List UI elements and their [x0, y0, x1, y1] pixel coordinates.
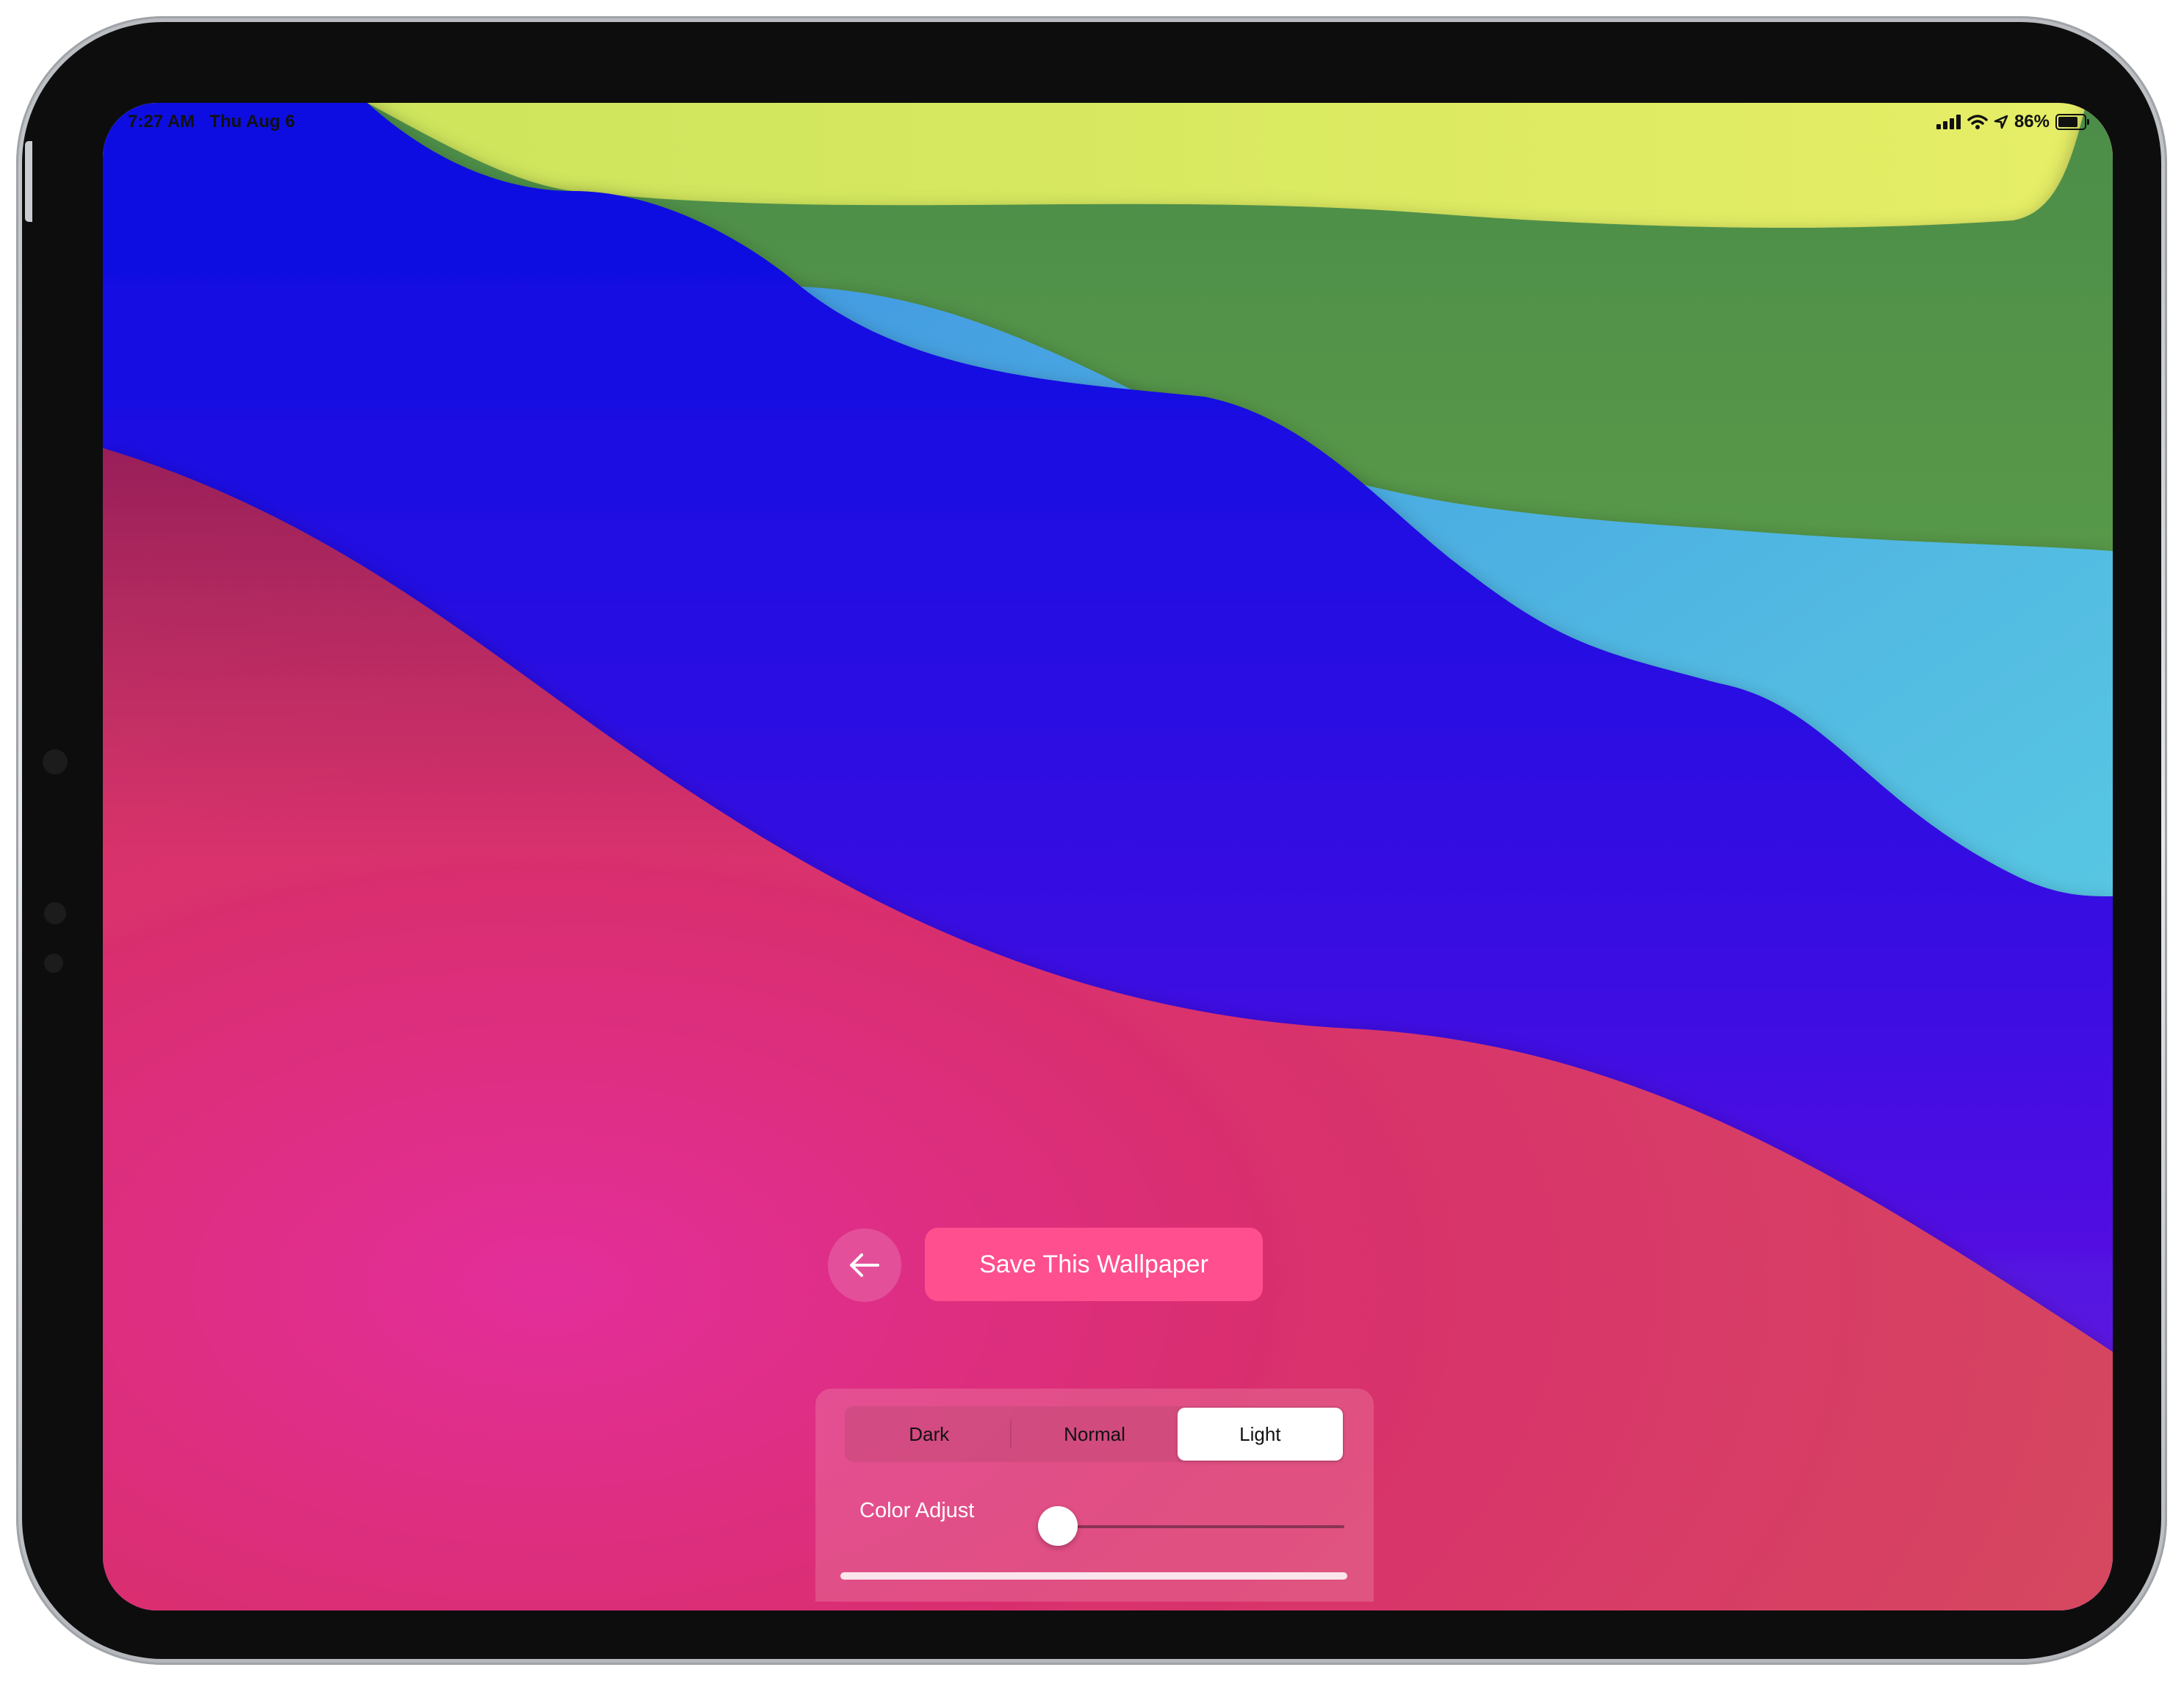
wifi-icon: [1967, 115, 1988, 129]
battery-percent: 86%: [2014, 112, 2050, 132]
save-wallpaper-button[interactable]: Save This Wallpaper: [925, 1228, 1263, 1301]
segment-light[interactable]: Light: [1177, 1408, 1343, 1461]
segment-dark-label: Dark: [909, 1422, 950, 1445]
screen: 7:27 AM Thu Aug 6 86% Save This Wallpape…: [103, 103, 2113, 1610]
sensor-dot: [44, 954, 63, 973]
save-wallpaper-label: Save This Wallpaper: [979, 1250, 1208, 1278]
status-bar: 7:27 AM Thu Aug 6 86%: [103, 103, 2113, 144]
side-button: [25, 141, 32, 222]
segment-dark[interactable]: Dark: [846, 1408, 1012, 1461]
camera-icon: [43, 749, 68, 774]
cellular-signal-icon: [1936, 115, 1961, 129]
appearance-segmented-control: Dark Normal Light: [845, 1406, 1344, 1462]
battery-fill: [2058, 117, 2077, 127]
adjust-panel: Dark Normal Light Color Adjust: [815, 1389, 1374, 1602]
color-adjust-slider[interactable]: [1058, 1525, 1344, 1528]
status-date-text: Thu Aug 6: [209, 112, 295, 132]
back-button[interactable]: [828, 1228, 901, 1302]
color-adjust-slider-thumb[interactable]: [1038, 1506, 1078, 1546]
status-indicators: 86%: [1936, 112, 2089, 132]
segment-normal-label: Normal: [1064, 1422, 1125, 1445]
segment-normal[interactable]: Normal: [1012, 1408, 1177, 1461]
segment-light-label: Light: [1239, 1422, 1281, 1445]
wallpaper-image: [103, 103, 2113, 1610]
battery-icon: [2055, 114, 2089, 130]
home-indicator[interactable]: [840, 1572, 1347, 1580]
sensor-dot: [44, 902, 66, 924]
status-time-text: 7:27 AM: [128, 112, 195, 132]
color-adjust-label: Color Adjust: [859, 1499, 975, 1522]
location-arrow-icon: [1994, 115, 2008, 129]
status-time: 7:27 AM Thu Aug 6: [128, 112, 295, 132]
arrow-left-icon: [850, 1253, 879, 1277]
